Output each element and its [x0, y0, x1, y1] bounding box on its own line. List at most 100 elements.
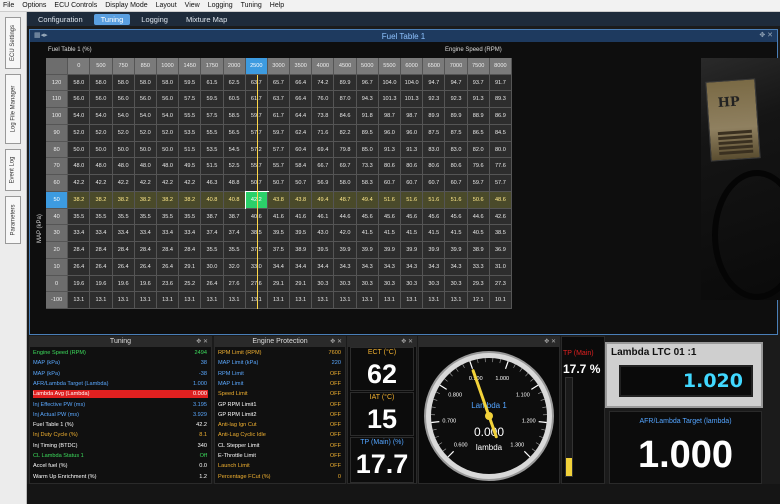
table-cell[interactable]: 41.5 [356, 225, 379, 243]
table-cell[interactable]: 48.7 [334, 191, 357, 209]
table-cell[interactable]: 34.3 [356, 258, 379, 276]
table-cell[interactable]: 41.5 [378, 225, 402, 243]
table-cell[interactable]: 32.0 [223, 258, 246, 276]
table-cell[interactable]: 43.0 [312, 225, 335, 243]
table-cell[interactable]: 50.0 [68, 141, 91, 159]
panel-pin-icon[interactable]: ✥ ✕ [544, 337, 556, 347]
table-cell[interactable]: 57.5 [201, 108, 224, 125]
table-cell[interactable]: 13.1 [312, 292, 335, 309]
table-cell[interactable]: 88.9 [467, 108, 490, 125]
table-cell[interactable]: 79.6 [467, 158, 490, 176]
table-cell[interactable]: 94.7 [423, 74, 446, 92]
table-cell[interactable]: 82.0 [467, 141, 490, 159]
table-cell[interactable]: 34.4 [290, 258, 313, 276]
table-cell[interactable]: 35.5 [156, 208, 180, 226]
table-cell[interactable]: 62.5 [223, 74, 246, 92]
table-cell[interactable]: 39.9 [334, 242, 357, 259]
table-cell[interactable]: 60.7 [423, 175, 446, 192]
table-cell[interactable]: 31.0 [489, 258, 512, 276]
table-cell[interactable]: 80.6 [445, 158, 468, 176]
menu-help[interactable]: Help [270, 2, 284, 9]
table-cell[interactable]: 13.1 [179, 292, 202, 309]
table-cell[interactable]: 96.0 [378, 124, 402, 142]
table-cell[interactable]: 38.2 [179, 191, 202, 209]
table-cell[interactable]: 56.5 [223, 124, 246, 142]
table-cell[interactable]: 38.7 [201, 208, 224, 226]
table-cell[interactable]: 76.0 [312, 91, 335, 109]
table-cell[interactable]: 80.6 [378, 158, 402, 176]
map-row-header[interactable]: 70 [46, 158, 69, 176]
table-cell[interactable]: 26.4 [156, 258, 180, 276]
table-cell[interactable]: 48.0 [68, 158, 91, 176]
table-cell[interactable]: 27.3 [489, 275, 512, 293]
table-cell[interactable]: 52.0 [156, 124, 180, 142]
table-cell[interactable]: 54.0 [90, 108, 113, 125]
panel-pin-icon[interactable]: ✥ ✕ [401, 337, 413, 347]
map-row-header[interactable]: 110 [46, 91, 69, 109]
table-cell[interactable]: 30.3 [423, 275, 446, 293]
table-cell[interactable]: 60.7 [378, 175, 402, 192]
rpm-col-header[interactable]: 4000 [312, 58, 335, 75]
table-cell[interactable]: 48.0 [90, 158, 113, 176]
table-cell[interactable]: 98.7 [401, 108, 424, 125]
table-cell[interactable]: 34.4 [312, 258, 335, 276]
table-cell[interactable]: 52.0 [90, 124, 113, 142]
table-cell[interactable]: 55.5 [201, 124, 224, 142]
table-cell[interactable]: 38.9 [290, 242, 313, 259]
table-cell[interactable]: 30.3 [401, 275, 424, 293]
menu-logging[interactable]: Logging [208, 2, 233, 9]
table-cell[interactable]: 84.5 [489, 124, 512, 142]
table-cell[interactable]: 49.5 [179, 158, 202, 176]
menu-layout[interactable]: Layout [156, 2, 177, 9]
table-cell[interactable]: 49.4 [356, 191, 379, 209]
map-row-header[interactable]: 40 [46, 208, 69, 226]
table-cell[interactable]: 34.3 [401, 258, 424, 276]
table-cell[interactable]: 38.2 [68, 191, 91, 209]
table-cell[interactable]: 85.0 [356, 141, 379, 159]
table-cell[interactable]: 38.2 [90, 191, 113, 209]
table-cell[interactable]: 45.6 [356, 208, 379, 226]
table-cell[interactable]: 48.0 [112, 158, 135, 176]
rpm-col-header[interactable]: 1000 [156, 58, 180, 75]
table-cell[interactable]: 42.2 [112, 175, 135, 192]
table-cell[interactable]: 13.1 [423, 292, 446, 309]
table-cell[interactable]: 41.5 [423, 225, 446, 243]
rpm-col-header[interactable]: 1450 [179, 58, 202, 75]
map-row-header[interactable]: -100 [46, 292, 69, 309]
table-cell[interactable]: 29.3 [467, 275, 490, 293]
table-cell[interactable]: 28.4 [90, 242, 113, 259]
table-cell[interactable]: 45.6 [445, 208, 468, 226]
table-cell[interactable]: 29.1 [179, 258, 202, 276]
table-cell[interactable]: 41.5 [445, 225, 468, 243]
table-cell[interactable]: 71.6 [312, 124, 335, 142]
table-cell[interactable]: 13.1 [68, 292, 91, 309]
fuel-table-grid[interactable]: 0 500 750 850 1000 1450 1750 2000 2500 3000 3500 40… [46, 58, 512, 309]
window-menu-icon[interactable]: ▦◂▸ [34, 31, 48, 39]
table-cell[interactable]: 51.5 [179, 141, 202, 159]
table-cell[interactable]: 35.5 [134, 208, 157, 226]
table-cell[interactable]: 48.0 [156, 158, 180, 176]
table-cell[interactable]: 45.6 [423, 208, 446, 226]
table-cell[interactable]: 84.6 [334, 108, 357, 125]
table-cell[interactable]: 49.4 [312, 191, 335, 209]
table-cell[interactable]: 54.0 [68, 108, 91, 125]
table-cell[interactable]: 58.0 [90, 74, 113, 92]
tab-configuration[interactable]: Configuration [31, 14, 90, 25]
table-cell[interactable]: 59.5 [179, 74, 202, 92]
rpm-col-header[interactable]: 4500 [334, 58, 357, 75]
table-cell[interactable]: 13.1 [290, 292, 313, 309]
table-cell[interactable]: 52.5 [223, 158, 246, 176]
table-cell[interactable]: 39.5 [312, 242, 335, 259]
table-cell[interactable]: 28.4 [112, 242, 135, 259]
table-cell[interactable]: 41.6 [267, 208, 291, 226]
table-cell[interactable]: 41.5 [401, 225, 424, 243]
table-cell[interactable]: 74.2 [312, 74, 335, 92]
rpm-col-header[interactable]: 1750 [201, 58, 224, 75]
table-cell[interactable]: 50.0 [134, 141, 157, 159]
table-cell[interactable]: 91.3 [378, 141, 402, 159]
table-cell[interactable]: 60.7 [445, 175, 468, 192]
table-cell[interactable]: 86.9 [489, 108, 512, 125]
window-close-icon[interactable]: ✥ ✕ [759, 31, 773, 39]
table-cell[interactable]: 35.5 [201, 242, 224, 259]
map-row-header[interactable]: 20 [46, 242, 69, 259]
